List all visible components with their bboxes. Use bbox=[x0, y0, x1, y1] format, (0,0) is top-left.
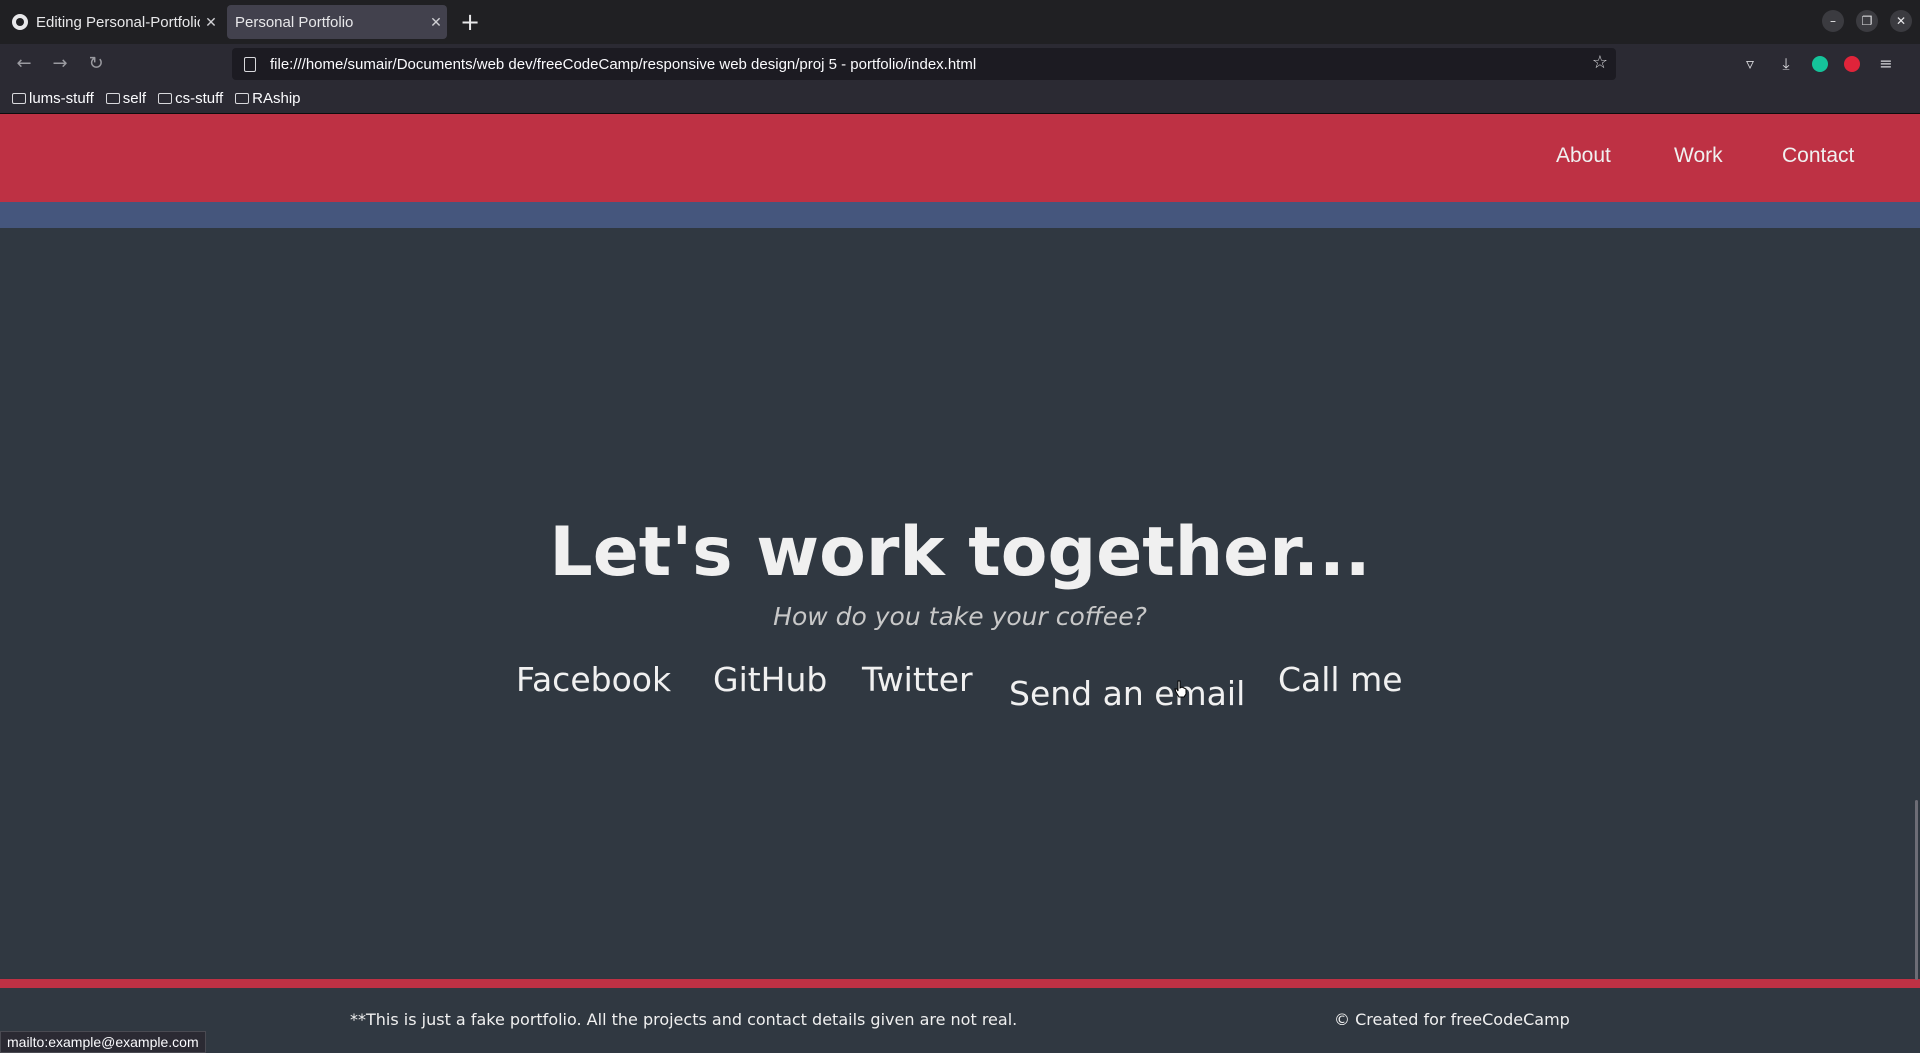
back-icon[interactable]: ← bbox=[10, 50, 38, 78]
facebook-link[interactable]: Facebook bbox=[516, 660, 671, 699]
extension-icon[interactable] bbox=[1844, 56, 1860, 72]
tab-strip: Editing Personal-Portfolio ✕ Personal Po… bbox=[0, 0, 1920, 44]
bookmark-label: self bbox=[122, 90, 147, 107]
folder-icon bbox=[105, 93, 120, 104]
close-window-icon[interactable]: ✕ bbox=[1890, 10, 1912, 32]
bookmark-lums-stuff[interactable]: lums-stuff bbox=[12, 90, 94, 107]
menu-icon[interactable]: ≡ bbox=[1876, 54, 1896, 74]
folder-icon bbox=[235, 93, 250, 104]
url-text: file:///home/sumair/Documents/web dev/fr… bbox=[270, 55, 977, 73]
bookmark-raship[interactable]: RAship bbox=[235, 90, 301, 107]
restore-icon[interactable]: ❐ bbox=[1856, 10, 1878, 32]
call-link[interactable]: Call me bbox=[1278, 660, 1403, 699]
grammarly-icon[interactable] bbox=[1812, 56, 1828, 72]
tab-personal-portfolio[interactable]: Personal Portfolio ✕ bbox=[227, 5, 447, 39]
section-divider bbox=[0, 202, 1920, 228]
nav-about[interactable]: About bbox=[1556, 144, 1611, 168]
status-bar: mailto:example@example.com bbox=[0, 1031, 206, 1053]
hand-cursor-icon bbox=[1174, 680, 1187, 698]
new-tab-button[interactable]: + bbox=[456, 8, 484, 36]
close-icon[interactable]: ✕ bbox=[200, 14, 222, 31]
nav-contact[interactable]: Contact bbox=[1782, 144, 1854, 168]
reload-icon[interactable]: ↻ bbox=[82, 50, 110, 78]
bookmark-cs-stuff[interactable]: cs-stuff bbox=[158, 90, 223, 107]
bookmark-label: RAship bbox=[252, 90, 301, 107]
email-link[interactable]: Send an email bbox=[1009, 674, 1245, 713]
tab-title: Editing Personal-Portfolio bbox=[36, 13, 200, 31]
tab-editing[interactable]: Editing Personal-Portfolio ✕ bbox=[4, 5, 222, 39]
github-link[interactable]: GitHub bbox=[713, 660, 827, 699]
github-icon bbox=[12, 14, 28, 30]
tab-title: Personal Portfolio bbox=[235, 13, 354, 31]
bookmarks-bar: lums-stuff self cs-stuff RAship bbox=[0, 84, 1920, 114]
contact-section: Let's work together... How do you take y… bbox=[0, 228, 1920, 978]
page-icon bbox=[244, 56, 256, 72]
window-controls: – ❐ ✕ bbox=[1822, 10, 1912, 32]
forward-icon[interactable]: → bbox=[46, 50, 74, 78]
site-footer: **This is just a fake portfolio. All the… bbox=[0, 988, 1920, 1053]
bookmark-label: cs-stuff bbox=[175, 90, 224, 107]
browser-toolbar: ← → ↻ file:///home/sumair/Documents/web … bbox=[0, 44, 1920, 84]
minimize-icon[interactable]: – bbox=[1822, 10, 1844, 32]
close-icon[interactable]: ✕ bbox=[425, 14, 447, 31]
footer-credit: © Created for freeCodeCamp bbox=[1334, 1010, 1570, 1029]
footer-note: **This is just a fake portfolio. All the… bbox=[350, 1010, 1018, 1029]
download-icon[interactable]: ⤓ bbox=[1776, 54, 1796, 74]
folder-icon bbox=[158, 93, 173, 104]
bookmark-label: lums-stuff bbox=[29, 90, 94, 107]
pocket-icon[interactable]: ▿ bbox=[1740, 54, 1760, 74]
folder-icon bbox=[12, 93, 26, 104]
twitter-link[interactable]: Twitter bbox=[862, 660, 973, 699]
site-navbar: About Work Contact bbox=[0, 114, 1920, 202]
toolbar-icons: ▿ ⤓ ≡ bbox=[1740, 54, 1896, 74]
bookmark-star-icon[interactable]: ☆ bbox=[1592, 52, 1608, 73]
contact-subheading: How do you take your coffee? bbox=[773, 602, 1147, 631]
footer-divider bbox=[0, 979, 1920, 988]
bookmark-self[interactable]: self bbox=[105, 90, 147, 107]
contact-heading: Let's work together... bbox=[549, 513, 1371, 592]
nav-work[interactable]: Work bbox=[1674, 144, 1723, 168]
url-bar[interactable]: file:///home/sumair/Documents/web dev/fr… bbox=[232, 48, 1616, 80]
scrollbar[interactable] bbox=[1915, 800, 1918, 980]
